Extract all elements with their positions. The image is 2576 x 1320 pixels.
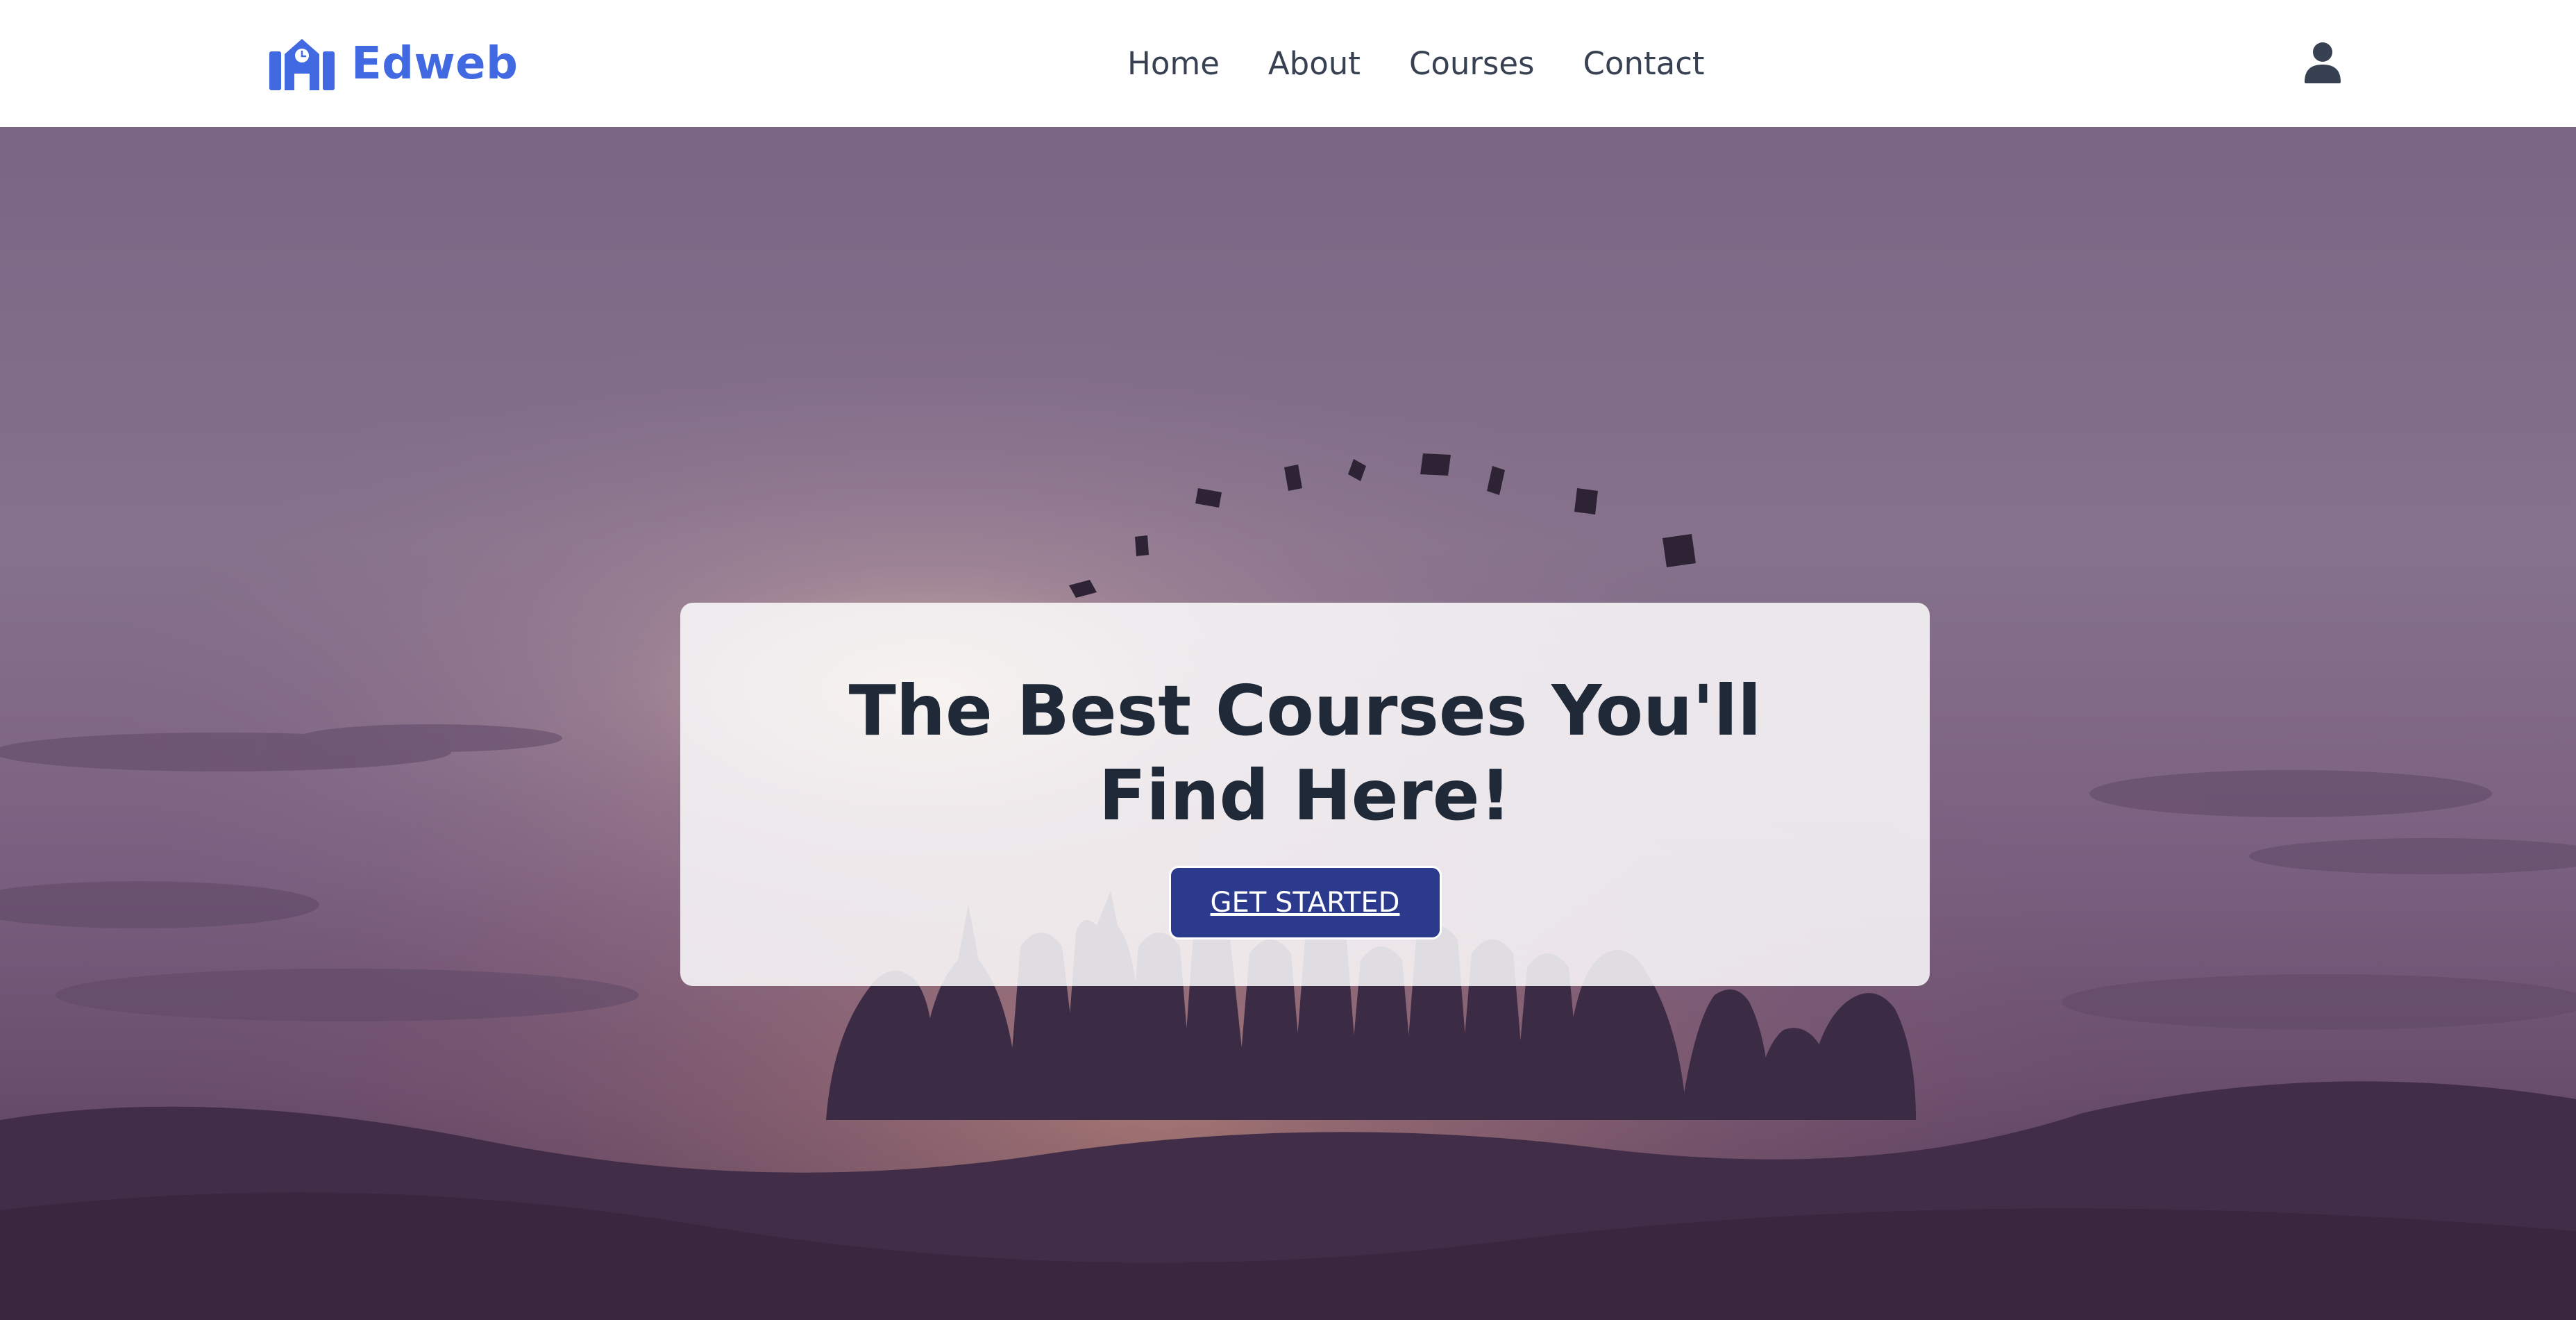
- nav-link-contact[interactable]: Contact: [1583, 48, 1705, 79]
- nav-link-courses[interactable]: Courses: [1409, 48, 1535, 79]
- brand-logo-link[interactable]: Edweb: [269, 35, 518, 93]
- nav-link-about[interactable]: About: [1268, 48, 1361, 79]
- nav-link-home[interactable]: Home: [1127, 48, 1220, 79]
- school-building-icon: [269, 39, 335, 90]
- hero-card: The Best Courses You'll Find Here! GET S…: [680, 603, 1930, 986]
- brand-name: Edweb: [351, 38, 519, 90]
- main-nav: Home About Courses Contact: [1127, 40, 1705, 86]
- hero-title: The Best Courses You'll Find Here!: [848, 670, 1762, 836]
- user-icon[interactable]: [2305, 42, 2341, 83]
- get-started-button[interactable]: GET STARTED: [1168, 866, 1442, 939]
- site-header: Edweb Home About Courses Contact: [0, 0, 2576, 127]
- hero-section: The Best Courses You'll Find Here! GET S…: [0, 127, 2576, 1320]
